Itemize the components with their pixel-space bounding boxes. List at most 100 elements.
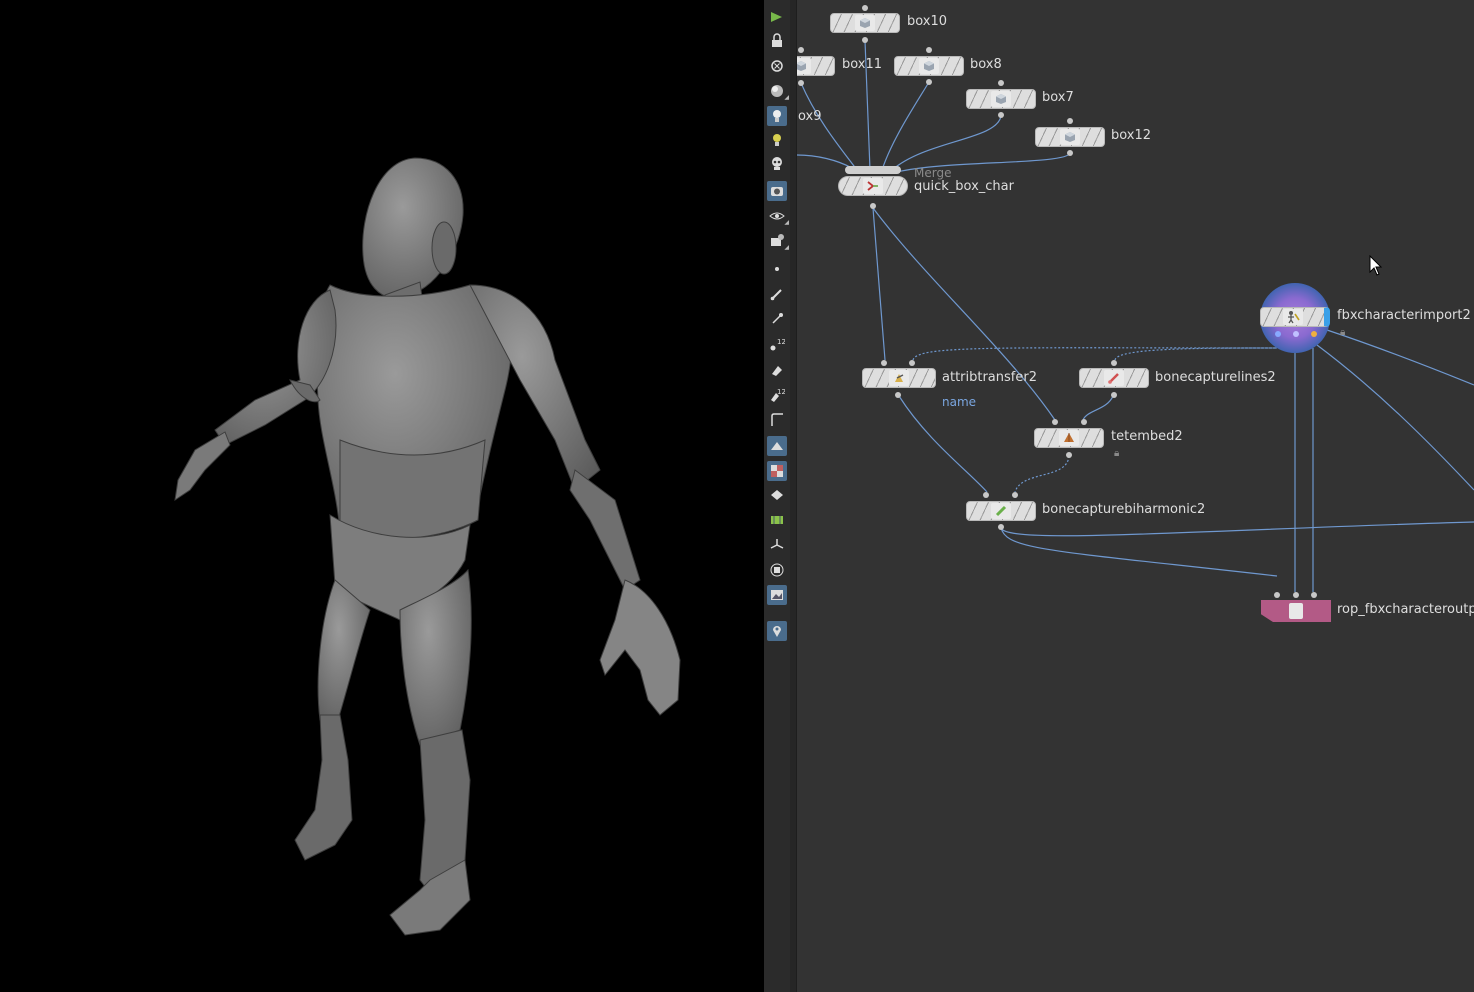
tetembed-icon — [1059, 430, 1079, 446]
points-12-icon[interactable]: 12 — [767, 334, 787, 354]
input-dot[interactable] — [1052, 419, 1058, 425]
merge-input-bar[interactable] — [845, 166, 901, 174]
node-label-box9: ox9 — [798, 109, 822, 124]
wires — [797, 40, 1474, 592]
input-dot[interactable] — [1274, 592, 1280, 598]
output-dot[interactable] — [1067, 150, 1073, 156]
input-dot[interactable] — [1081, 419, 1087, 425]
node-bonecapturelines2[interactable] — [1079, 368, 1149, 388]
lock-icon[interactable]: 🔒︎ — [1340, 327, 1345, 338]
corner-icon[interactable] — [767, 410, 787, 430]
shading-icon[interactable]: ◢ — [767, 81, 789, 101]
cube-icon — [855, 15, 875, 31]
attribtransfer-icon — [889, 370, 909, 386]
input-dot[interactable] — [983, 492, 989, 498]
axis-icon[interactable] — [767, 535, 787, 555]
node-label-tetembed2: tetembed2 — [1111, 429, 1183, 444]
biharmonic-icon — [991, 503, 1011, 519]
node-label-bonecapturebiharmonic2: bonecapturebiharmonic2 — [1042, 502, 1206, 517]
input-dot[interactable] — [1311, 592, 1317, 598]
node-label-bonecapturelines2: bonecapturelines2 — [1155, 370, 1276, 385]
image-icon[interactable] — [767, 585, 787, 605]
network-editor[interactable]: box10 box11 box8 ox9 box7 box12 Merge qu… — [797, 0, 1474, 992]
node-type-merge: Merge — [914, 166, 952, 180]
node-box11[interactable] — [797, 56, 835, 76]
cube-icon — [797, 58, 811, 74]
box-icon[interactable] — [767, 560, 787, 580]
render-icon[interactable]: ◢ — [767, 231, 789, 251]
pen-icon[interactable] — [767, 309, 787, 329]
input-dot[interactable] — [798, 47, 804, 53]
merge-icon — [863, 178, 883, 194]
node-label-box7: box7 — [1042, 90, 1074, 105]
output-dot[interactable] — [998, 112, 1004, 118]
node-label-box11: box11 — [842, 57, 883, 72]
input-dot[interactable] — [1111, 360, 1117, 366]
svg-text:12: 12 — [777, 388, 785, 396]
select-icon[interactable] — [767, 7, 787, 27]
input-dot[interactable] — [909, 360, 915, 366]
output-dot[interactable] — [1311, 331, 1317, 337]
ghost-icon[interactable] — [767, 56, 787, 76]
layer-icon[interactable] — [767, 485, 787, 505]
input-dot[interactable] — [1067, 118, 1073, 124]
node-box10[interactable] — [830, 13, 900, 33]
bulb-icon[interactable] — [767, 130, 787, 150]
output-dot[interactable] — [926, 79, 932, 85]
output-dot[interactable] — [1111, 392, 1117, 398]
light-icon[interactable] — [767, 106, 787, 126]
skull-icon[interactable] — [767, 154, 787, 174]
output-dot[interactable] — [1293, 331, 1299, 337]
output-dot[interactable] — [998, 524, 1004, 530]
output-dot[interactable] — [798, 80, 804, 86]
node-tetembed2[interactable] — [1034, 428, 1104, 448]
node-box8[interactable] — [894, 56, 964, 76]
svg-text:12: 12 — [777, 338, 785, 346]
checker-icon[interactable] — [767, 461, 787, 481]
viewport-3d[interactable] — [0, 0, 764, 992]
node-label-box8: box8 — [970, 57, 1002, 72]
fbx-character-icon — [1282, 309, 1303, 325]
input-dot[interactable] — [1012, 492, 1018, 498]
camera-icon[interactable] — [767, 181, 787, 201]
output-dot[interactable] — [895, 392, 901, 398]
bone-icon — [1104, 370, 1124, 386]
node-label-rop-fbxcharacteroutput: rop_fbxcharacteroutput — [1337, 602, 1474, 617]
map-icon[interactable] — [767, 510, 787, 530]
node-label-quick-box-char: quick_box_char — [914, 179, 1014, 194]
cube-icon — [991, 91, 1011, 107]
output-dot[interactable] — [1275, 331, 1281, 337]
rop-output-icon — [1289, 603, 1303, 619]
output-dot[interactable] — [1066, 452, 1072, 458]
surface-icon[interactable] — [767, 436, 787, 456]
cursor-icon — [1369, 255, 1383, 276]
pin-icon[interactable] — [767, 621, 787, 641]
node-attribtransfer2[interactable] — [862, 368, 936, 388]
output-dot[interactable] — [870, 203, 876, 209]
brush-icon[interactable] — [767, 284, 787, 304]
eye-icon[interactable]: ◢ — [767, 206, 789, 226]
input-dot[interactable] — [1293, 592, 1299, 598]
node-fbxcharacterimport2[interactable] — [1260, 307, 1330, 327]
cube-icon — [919, 58, 939, 74]
node-rop-fbxcharacteroutput[interactable] — [1261, 600, 1331, 622]
node-quick-box-char[interactable] — [838, 176, 908, 196]
point-icon[interactable] — [767, 259, 787, 279]
node-bonecapturebiharmonic2[interactable] — [966, 501, 1036, 521]
lock-icon[interactable]: 🔒︎ — [1114, 448, 1119, 459]
paint-12-icon[interactable]: 12 — [767, 385, 787, 405]
input-dot[interactable] — [926, 47, 932, 53]
lock-icon[interactable] — [767, 31, 787, 51]
input-dot[interactable] — [998, 80, 1004, 86]
paint-icon[interactable] — [767, 360, 787, 380]
input-dot[interactable] — [881, 360, 887, 366]
node-label-box10: box10 — [907, 14, 948, 29]
node-label-fbxcharacterimport2: fbxcharacterimport2 — [1337, 308, 1471, 323]
node-label-box12: box12 — [1111, 128, 1152, 143]
node-box12[interactable] — [1035, 127, 1105, 147]
input-dot[interactable] — [862, 5, 868, 11]
output-dot[interactable] — [862, 37, 868, 43]
cube-icon — [1060, 129, 1080, 145]
pane-splitter[interactable] — [790, 0, 797, 992]
node-box7[interactable] — [966, 89, 1036, 109]
